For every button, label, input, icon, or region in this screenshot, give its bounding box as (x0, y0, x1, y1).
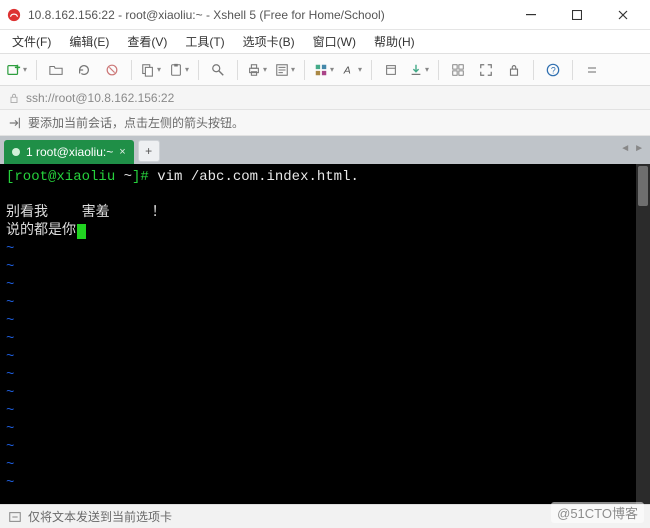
toolbar: A ? (0, 54, 650, 86)
find-button[interactable] (207, 59, 229, 81)
hint-text: 要添加当前会话，点击左侧的箭头按钮。 (28, 114, 244, 131)
menu-options[interactable]: 选项卡(B) (237, 30, 301, 53)
prompt-tail: ]# (132, 169, 157, 185)
tab-close-icon[interactable]: × (119, 146, 125, 158)
paste-button[interactable] (168, 59, 190, 81)
maximize-button[interactable] (554, 0, 600, 30)
disconnect-button[interactable] (101, 59, 123, 81)
menu-tools[interactable]: 工具(T) (179, 30, 230, 53)
arrow-add-icon[interactable] (8, 116, 22, 130)
svg-text:?: ? (551, 65, 556, 75)
body-line-1: 别看我 害羞 ！ (6, 204, 644, 222)
session-tab[interactable]: 1 root@xiaoliu:~ × (4, 140, 134, 164)
tab-add-label: + (145, 144, 152, 158)
reconnect-button[interactable] (73, 59, 95, 81)
lock-button[interactable] (503, 59, 525, 81)
close-button[interactable] (600, 0, 646, 30)
hint-bar: 要添加当前会话，点击左侧的箭头按钮。 (0, 110, 650, 136)
watermark: @51CTO博客 (551, 502, 644, 523)
help-icon[interactable]: ? (542, 59, 564, 81)
menu-view[interactable]: 查看(V) (121, 30, 173, 53)
layout-button[interactable] (447, 59, 469, 81)
tilde-line: ~ (6, 240, 644, 258)
cursor (77, 224, 86, 239)
prompt-line: [root@xiaoliu ~]# vim /abc.com.index.htm… (6, 168, 644, 186)
transfer-button[interactable] (408, 59, 430, 81)
tilde-line: ~ (6, 420, 644, 438)
blank-line (6, 186, 644, 204)
menu-file[interactable]: 文件(F) (6, 30, 57, 53)
tilde-line: ~ (6, 474, 644, 492)
command-text: vim /abc.com.index.html. (157, 169, 359, 185)
properties-button[interactable] (274, 59, 296, 81)
svg-text:A: A (343, 64, 351, 76)
status-text: 仅将文本发送到当前选项卡 (28, 508, 172, 525)
lock-icon (8, 92, 20, 104)
body-line-2: 说的都是你 (6, 222, 644, 240)
tab-strip: 1 root@xiaoliu:~ × + ◄ ► (0, 136, 650, 164)
tilde-line: ~ (6, 384, 644, 402)
tilde-line: ~ (6, 294, 644, 312)
send-mode-icon[interactable] (8, 510, 22, 524)
tab-nav: ◄ ► (620, 143, 644, 154)
minimize-button[interactable] (508, 0, 554, 30)
color-scheme-button[interactable] (313, 59, 335, 81)
fullscreen-button[interactable] (475, 59, 497, 81)
tilde-line: ~ (6, 330, 644, 348)
scrollbar-thumb[interactable] (638, 166, 648, 206)
tilde-line: ~ (6, 276, 644, 294)
app-icon (6, 7, 22, 23)
menubar: 文件(F) 编辑(E) 查看(V) 工具(T) 选项卡(B) 窗口(W) 帮助(… (0, 30, 650, 54)
tab-status-dot (12, 148, 20, 156)
prompt-path: ~ (124, 169, 132, 185)
print-button[interactable] (246, 59, 268, 81)
address-text[interactable]: ssh://root@10.8.162.156:22 (26, 91, 174, 105)
tilde-line: ~ (6, 456, 644, 474)
copy-button[interactable] (140, 59, 162, 81)
tilde-line: ~ (6, 402, 644, 420)
terminal[interactable]: [root@xiaoliu ~]# vim /abc.com.index.htm… (0, 164, 650, 504)
tab-add-button[interactable]: + (138, 140, 160, 162)
open-button[interactable] (45, 59, 67, 81)
terminal-scrollbar[interactable] (636, 164, 650, 504)
address-bar: ssh://root@10.8.162.156:22 (0, 86, 650, 110)
tilde-line: ~ (6, 438, 644, 456)
new-session-button[interactable] (6, 59, 28, 81)
titlebar: 10.8.162.156:22 - root@xiaoliu:~ - Xshel… (0, 0, 650, 30)
tilde-line: ~ (6, 258, 644, 276)
window-controls (508, 0, 646, 30)
menu-help[interactable]: 帮助(H) (368, 30, 421, 53)
overflow-icon[interactable] (581, 59, 603, 81)
tab-nav-left[interactable]: ◄ (620, 143, 630, 154)
tilde-line: ~ (6, 348, 644, 366)
font-button[interactable]: A (341, 59, 363, 81)
tab-label: 1 root@xiaoliu:~ (26, 145, 113, 159)
window-title: 10.8.162.156:22 - root@xiaoliu:~ - Xshel… (28, 8, 508, 22)
script-button[interactable] (380, 59, 402, 81)
menu-edit[interactable]: 编辑(E) (63, 30, 115, 53)
tab-nav-right[interactable]: ► (634, 143, 644, 154)
tilde-line: ~ (6, 312, 644, 330)
tilde-line: ~ (6, 366, 644, 384)
prompt-user: [root@xiaoliu (6, 169, 124, 185)
menu-window[interactable]: 窗口(W) (307, 30, 362, 53)
